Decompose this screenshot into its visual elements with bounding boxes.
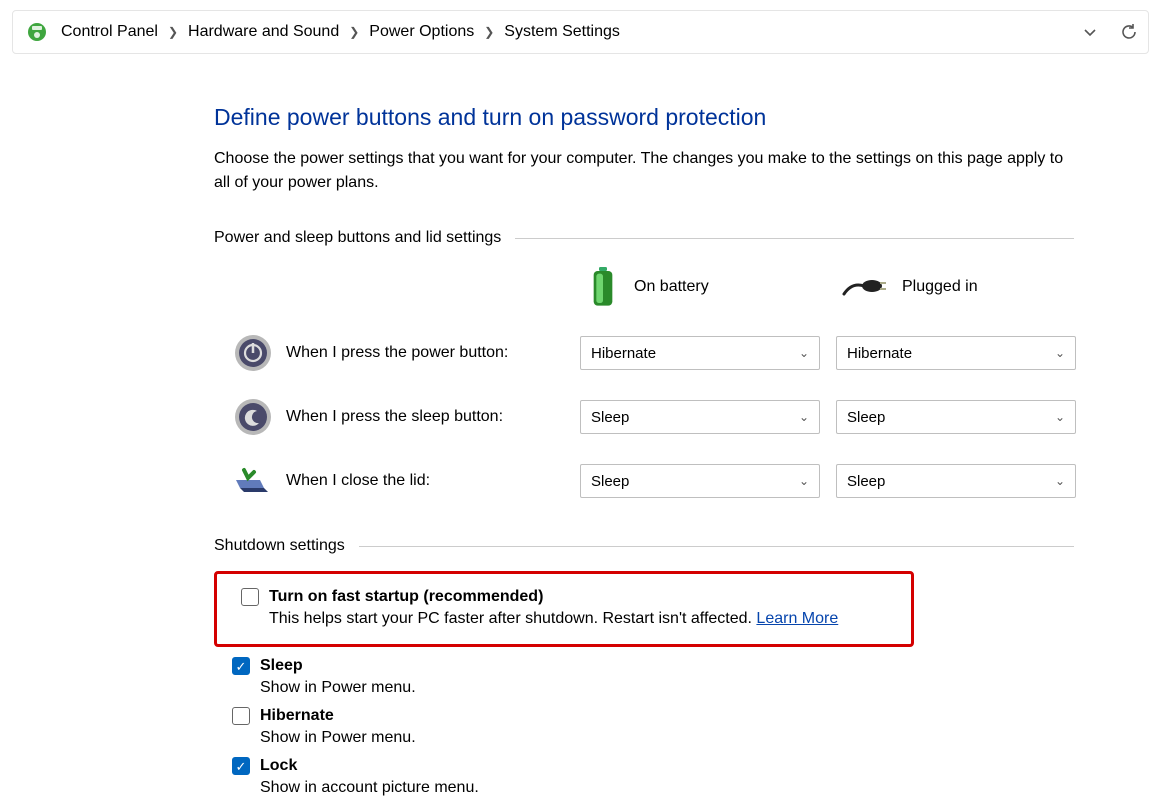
checkbox-label: Sleep [260, 657, 303, 675]
breadcrumb-item[interactable]: Power Options [369, 23, 474, 41]
breadcrumb-item[interactable]: Control Panel [61, 23, 158, 41]
checkbox-description: Show in account picture menu. [260, 779, 1074, 797]
row-text: When I press the power button: [286, 344, 508, 362]
chevron-down-icon: ⌄ [799, 410, 809, 424]
select-value: Sleep [591, 473, 629, 490]
chevron-down-icon: ⌄ [1055, 474, 1065, 488]
section-rule [359, 546, 1074, 547]
checkbox-description: Show in Power menu. [260, 679, 1074, 697]
breadcrumb-item[interactable]: System Settings [504, 23, 620, 41]
select-value: Hibernate [847, 345, 912, 362]
learn-more-link[interactable]: Learn More [756, 610, 838, 627]
section-label: Shutdown settings [214, 537, 345, 555]
shutdown-item-lock: Lock Show in account picture menu. [214, 753, 1074, 803]
checkbox-description: Show in Power menu. [260, 729, 1074, 747]
section-header-power-buttons: Power and sleep buttons and lid settings [214, 229, 1074, 247]
row-label-sleep-button: When I press the sleep button: [214, 385, 564, 449]
select-value: Sleep [847, 409, 885, 426]
power-button-icon [234, 334, 272, 372]
row-label-close-lid: When I close the lid: [214, 449, 564, 513]
page-title: Define power buttons and turn on passwor… [214, 104, 1074, 131]
close-lid-icon [234, 462, 272, 500]
chevron-down-icon: ⌄ [1055, 410, 1065, 424]
row-text: When I close the lid: [286, 472, 430, 490]
column-label: Plugged in [902, 278, 978, 296]
chevron-down-icon: ⌄ [1055, 346, 1065, 360]
select-power-button-plugged[interactable]: Hibernate ⌄ [836, 336, 1076, 370]
shutdown-item-hibernate: Hibernate Show in Power menu. [214, 703, 1074, 753]
chevron-right-icon: ❯ [484, 25, 494, 39]
chevron-right-icon: ❯ [168, 25, 178, 39]
battery-icon [586, 267, 620, 307]
select-value: Hibernate [591, 345, 656, 362]
chevron-right-icon: ❯ [349, 25, 359, 39]
dropdown-button[interactable] [1082, 24, 1098, 40]
select-value: Sleep [591, 409, 629, 426]
checkbox-description: This helps start your PC faster after sh… [269, 610, 899, 628]
section-label: Power and sleep buttons and lid settings [214, 229, 501, 247]
checkbox-fast-startup[interactable] [241, 588, 259, 606]
shutdown-item-fast-startup: Turn on fast startup (recommended) This … [223, 584, 899, 634]
column-header-plugged-in: Plugged in [836, 272, 1076, 312]
sleep-button-icon [234, 398, 272, 436]
page-description: Choose the power settings that you want … [214, 147, 1074, 195]
checkbox-hibernate[interactable] [232, 707, 250, 725]
checkbox-label: Turn on fast startup (recommended) [269, 588, 543, 606]
select-sleep-button-plugged[interactable]: Sleep ⌄ [836, 400, 1076, 434]
section-header-shutdown: Shutdown settings [214, 537, 1074, 555]
shutdown-section: Shutdown settings Turn on fast startup (… [214, 537, 1074, 803]
section-rule [515, 238, 1074, 239]
select-lid-battery[interactable]: Sleep ⌄ [580, 464, 820, 498]
chevron-down-icon: ⌄ [799, 346, 809, 360]
control-panel-icon [27, 22, 47, 42]
checkbox-label: Lock [260, 757, 297, 775]
shutdown-item-sleep: Sleep Show in Power menu. [214, 653, 1074, 703]
row-text: When I press the sleep button: [286, 408, 503, 426]
checkbox-lock[interactable] [232, 757, 250, 775]
chevron-down-icon: ⌄ [799, 474, 809, 488]
row-label-power-button: When I press the power button: [214, 321, 564, 385]
select-sleep-button-battery[interactable]: Sleep ⌄ [580, 400, 820, 434]
power-settings-grid: On battery Plugged in [214, 263, 1074, 513]
breadcrumb-item[interactable]: Hardware and Sound [188, 23, 339, 41]
checkbox-sleep[interactable] [232, 657, 250, 675]
highlight-annotation: Turn on fast startup (recommended) This … [214, 571, 914, 647]
select-lid-plugged[interactable]: Sleep ⌄ [836, 464, 1076, 498]
select-value: Sleep [847, 473, 885, 490]
content-area: Define power buttons and turn on passwor… [214, 104, 1074, 803]
column-label: On battery [634, 278, 709, 296]
column-header-on-battery: On battery [580, 263, 820, 321]
refresh-button[interactable] [1120, 23, 1138, 41]
select-power-button-battery[interactable]: Hibernate ⌄ [580, 336, 820, 370]
plug-icon [842, 276, 888, 298]
checkbox-label: Hibernate [260, 707, 334, 725]
breadcrumb-bar: Control Panel ❯ Hardware and Sound ❯ Pow… [12, 10, 1149, 54]
